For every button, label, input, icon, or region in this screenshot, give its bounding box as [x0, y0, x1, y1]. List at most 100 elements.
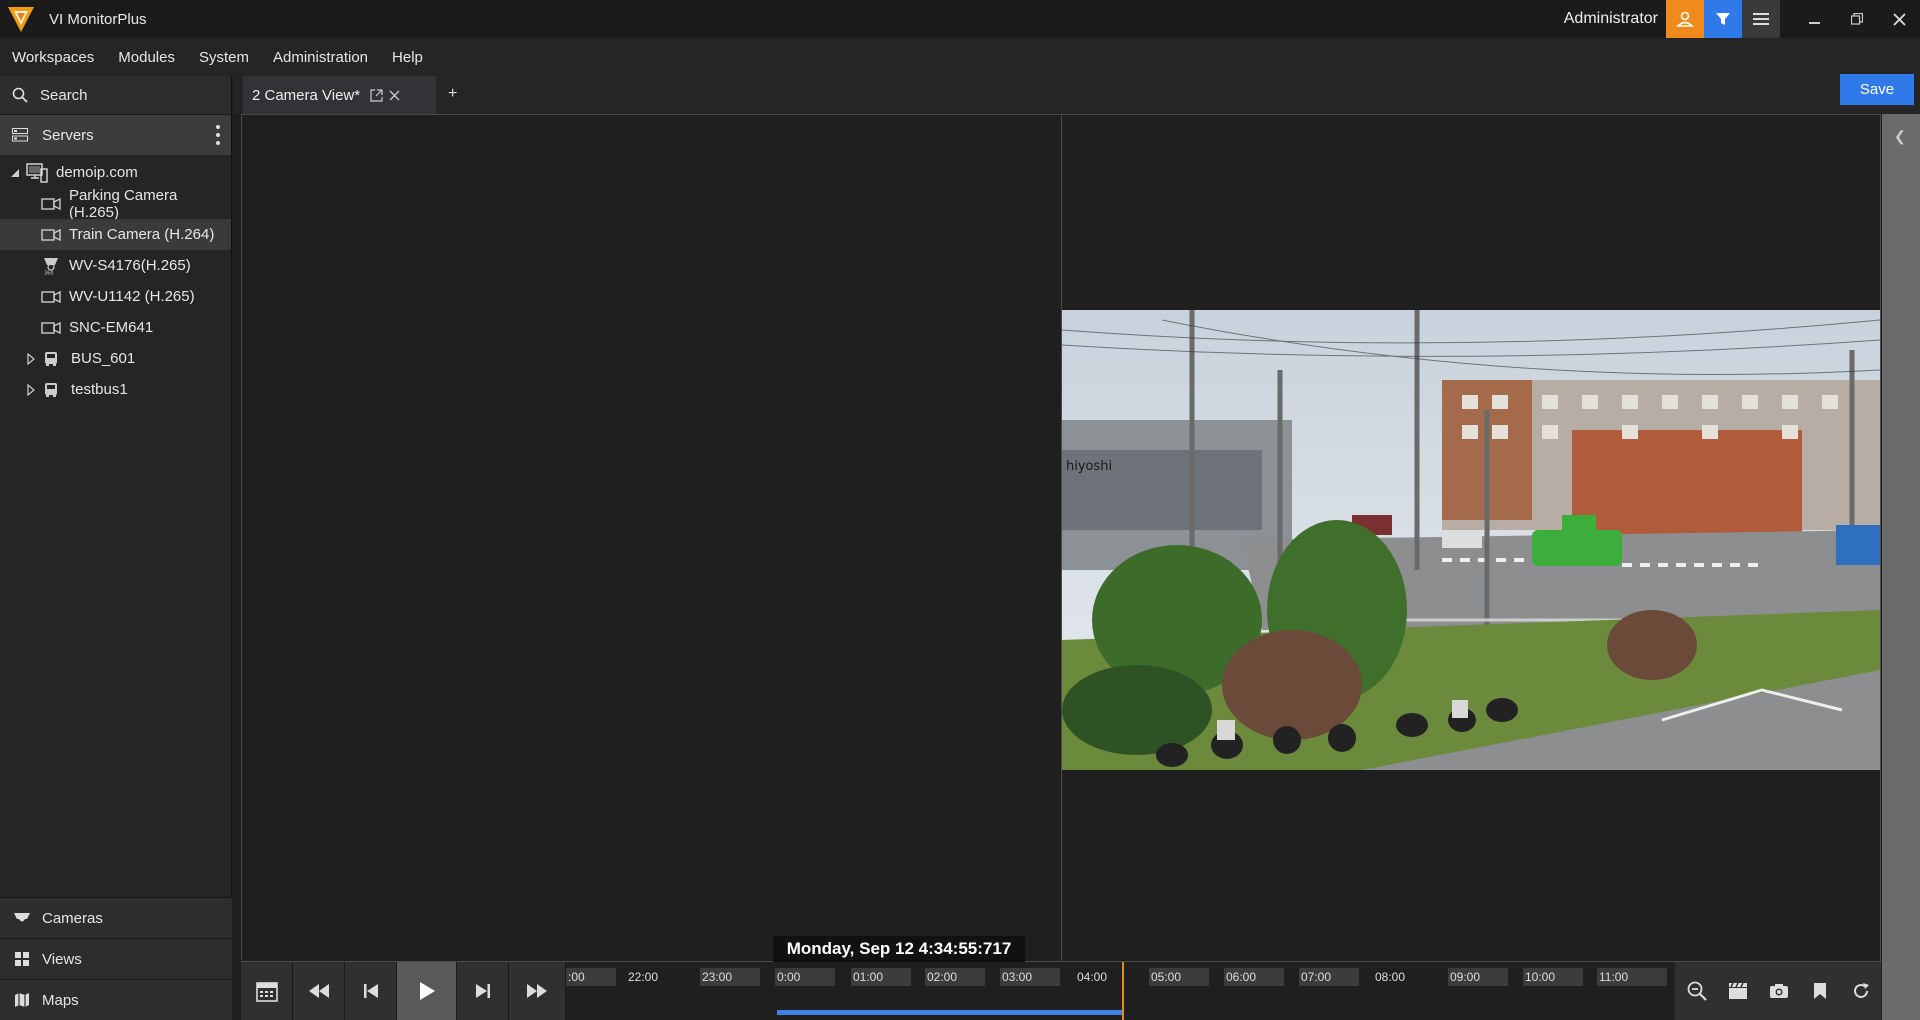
- tree-server-demoip[interactable]: demoip.com: [0, 157, 231, 188]
- chevron-left-icon[interactable]: ❮: [1894, 128, 1906, 145]
- server-tree: demoip.com Parking Camera (H.265) Train …: [0, 155, 231, 405]
- camera-label: WV-S4176(H.265): [69, 257, 191, 274]
- collapsed-triangle-icon[interactable]: [27, 383, 35, 396]
- clapperboard-icon: [1728, 982, 1747, 999]
- tree-camera-wv-s4176[interactable]: 360 WV-S4176(H.265): [0, 250, 231, 281]
- menu-administration[interactable]: Administration: [261, 49, 380, 66]
- bookmark-button[interactable]: [1799, 962, 1840, 1020]
- tree-group-bus-601[interactable]: BUS_601: [0, 343, 231, 374]
- add-tab-button[interactable]: +: [448, 85, 457, 103]
- next-frame-button[interactable]: [457, 962, 509, 1020]
- servers-options-icon[interactable]: [215, 125, 221, 145]
- expanded-triangle-icon: [11, 168, 19, 177]
- user-icon: [1676, 11, 1694, 27]
- svg-text:hiyoshi: hiyoshi: [1066, 459, 1112, 474]
- close-window-button[interactable]: [1878, 0, 1920, 38]
- refresh-icon: [1853, 983, 1869, 998]
- restore-icon: [1851, 13, 1863, 25]
- user-button[interactable]: [1666, 0, 1704, 38]
- bookmark-icon: [1813, 983, 1826, 999]
- search-label: Search: [40, 86, 88, 104]
- bus-icon: [45, 382, 57, 397]
- app-title: VI MonitorPlus: [49, 10, 147, 28]
- sidebar: Search Servers demoip.com Parking Camera…: [0, 76, 232, 1020]
- tree-camera-snc-em641[interactable]: SNC-EM641: [0, 312, 231, 343]
- close-icon: [1892, 12, 1906, 26]
- nav-cameras[interactable]: Cameras: [0, 897, 232, 938]
- timeline-label: 0:00: [775, 968, 835, 986]
- bus-icon: [45, 351, 57, 366]
- timeline-label: 03:00: [1000, 968, 1060, 986]
- nav-views[interactable]: Views: [0, 938, 232, 979]
- menu-system[interactable]: System: [187, 49, 261, 66]
- timeline-label: 10:00: [1523, 968, 1583, 986]
- tree-group-testbus1[interactable]: testbus1: [0, 374, 231, 405]
- group-label: testbus1: [71, 381, 128, 398]
- skip-forward-icon: [475, 984, 490, 998]
- nav-cameras-label: Cameras: [42, 909, 103, 927]
- search-button[interactable]: Search: [0, 76, 231, 115]
- timeline-label: 05:00: [1149, 968, 1209, 986]
- fast-forward-button[interactable]: [509, 962, 566, 1020]
- svg-text:360: 360: [44, 270, 54, 275]
- play-icon: [419, 982, 435, 1000]
- camera-label: WV-U1142 (H.265): [69, 288, 195, 305]
- tab-label: 2 Camera View*: [252, 86, 361, 104]
- titlebar: VI MonitorPlus Administrator: [0, 0, 1920, 38]
- play-button[interactable]: [397, 962, 457, 1020]
- tree-camera-train[interactable]: Train Camera (H.264): [0, 219, 231, 250]
- filter-button[interactable]: [1704, 0, 1742, 38]
- main-menu-button[interactable]: [1742, 0, 1780, 38]
- previous-frame-button[interactable]: [345, 962, 397, 1020]
- menu-modules[interactable]: Modules: [106, 49, 187, 66]
- menu-help[interactable]: Help: [380, 49, 435, 66]
- camera-icon: [41, 290, 61, 303]
- clip-export-button[interactable]: [1717, 962, 1758, 1020]
- camera-label: Parking Camera (H.265): [68, 186, 178, 221]
- map-icon: [15, 993, 29, 1007]
- camera-snapshot-icon: [1769, 984, 1788, 998]
- tab-2-camera-view[interactable]: 2 Camera View*: [243, 76, 436, 114]
- right-panel-collapse[interactable]: ❮: [1882, 114, 1920, 1020]
- timeline-label: :00: [566, 968, 616, 986]
- timeline-label: 22:00: [628, 970, 659, 984]
- servers-icon: [12, 128, 28, 142]
- pop-out-icon[interactable]: [370, 88, 383, 102]
- nav-views-label: Views: [42, 950, 82, 968]
- calendar-button[interactable]: [241, 962, 293, 1020]
- video-frame-image: hiyoshi: [1062, 310, 1880, 770]
- snapshot-button[interactable]: [1758, 962, 1799, 1020]
- minimize-icon: [1809, 22, 1820, 24]
- menu-workspaces[interactable]: Workspaces: [0, 49, 106, 66]
- tree-camera-parking[interactable]: Parking Camera (H.265): [0, 186, 231, 221]
- restore-button[interactable]: [1836, 0, 1878, 38]
- bottom-nav: Cameras Views Maps: [0, 897, 232, 1020]
- camera-label: SNC-EM641: [69, 319, 154, 336]
- tree-camera-wv-u1142[interactable]: WV-U1142 (H.265): [0, 281, 231, 312]
- zoom-out-icon: [1687, 981, 1707, 1001]
- video-feed[interactable]: hiyoshi: [1062, 310, 1880, 770]
- close-tab-icon[interactable]: [389, 90, 400, 101]
- timeline-cursor[interactable]: [1122, 962, 1124, 1020]
- servers-panel-header[interactable]: Servers: [0, 115, 231, 155]
- filter-icon: [1716, 13, 1730, 25]
- camera-pane-video[interactable]: hiyoshi: [1062, 115, 1880, 961]
- collapsed-triangle-icon[interactable]: [27, 352, 35, 365]
- group-label: BUS_601: [71, 350, 136, 367]
- timeline[interactable]: :00 22:00 23:00 0:00 01:00 02:00 03:00 0…: [566, 962, 1674, 1020]
- save-button[interactable]: Save: [1840, 74, 1914, 105]
- camera-360-icon: 360: [44, 257, 58, 275]
- app-logo-icon: [8, 7, 34, 32]
- playback-datetime: Monday, Sep 12 4:34:55:717: [773, 936, 1025, 962]
- rewind-button[interactable]: [293, 962, 345, 1020]
- zoom-out-button[interactable]: [1676, 962, 1717, 1020]
- nav-maps-label: Maps: [42, 991, 79, 1009]
- playback-controls: :00 22:00 23:00 0:00 01:00 02:00 03:00 0…: [241, 962, 1881, 1020]
- refresh-button[interactable]: [1840, 962, 1881, 1020]
- server-label: demoip.com: [56, 164, 138, 181]
- camera-pane-empty[interactable]: [242, 115, 1062, 961]
- timeline-label: 08:00: [1375, 970, 1406, 984]
- nav-maps[interactable]: Maps: [0, 979, 232, 1020]
- minimize-button[interactable]: [1794, 0, 1836, 38]
- camera-icon: [41, 197, 61, 210]
